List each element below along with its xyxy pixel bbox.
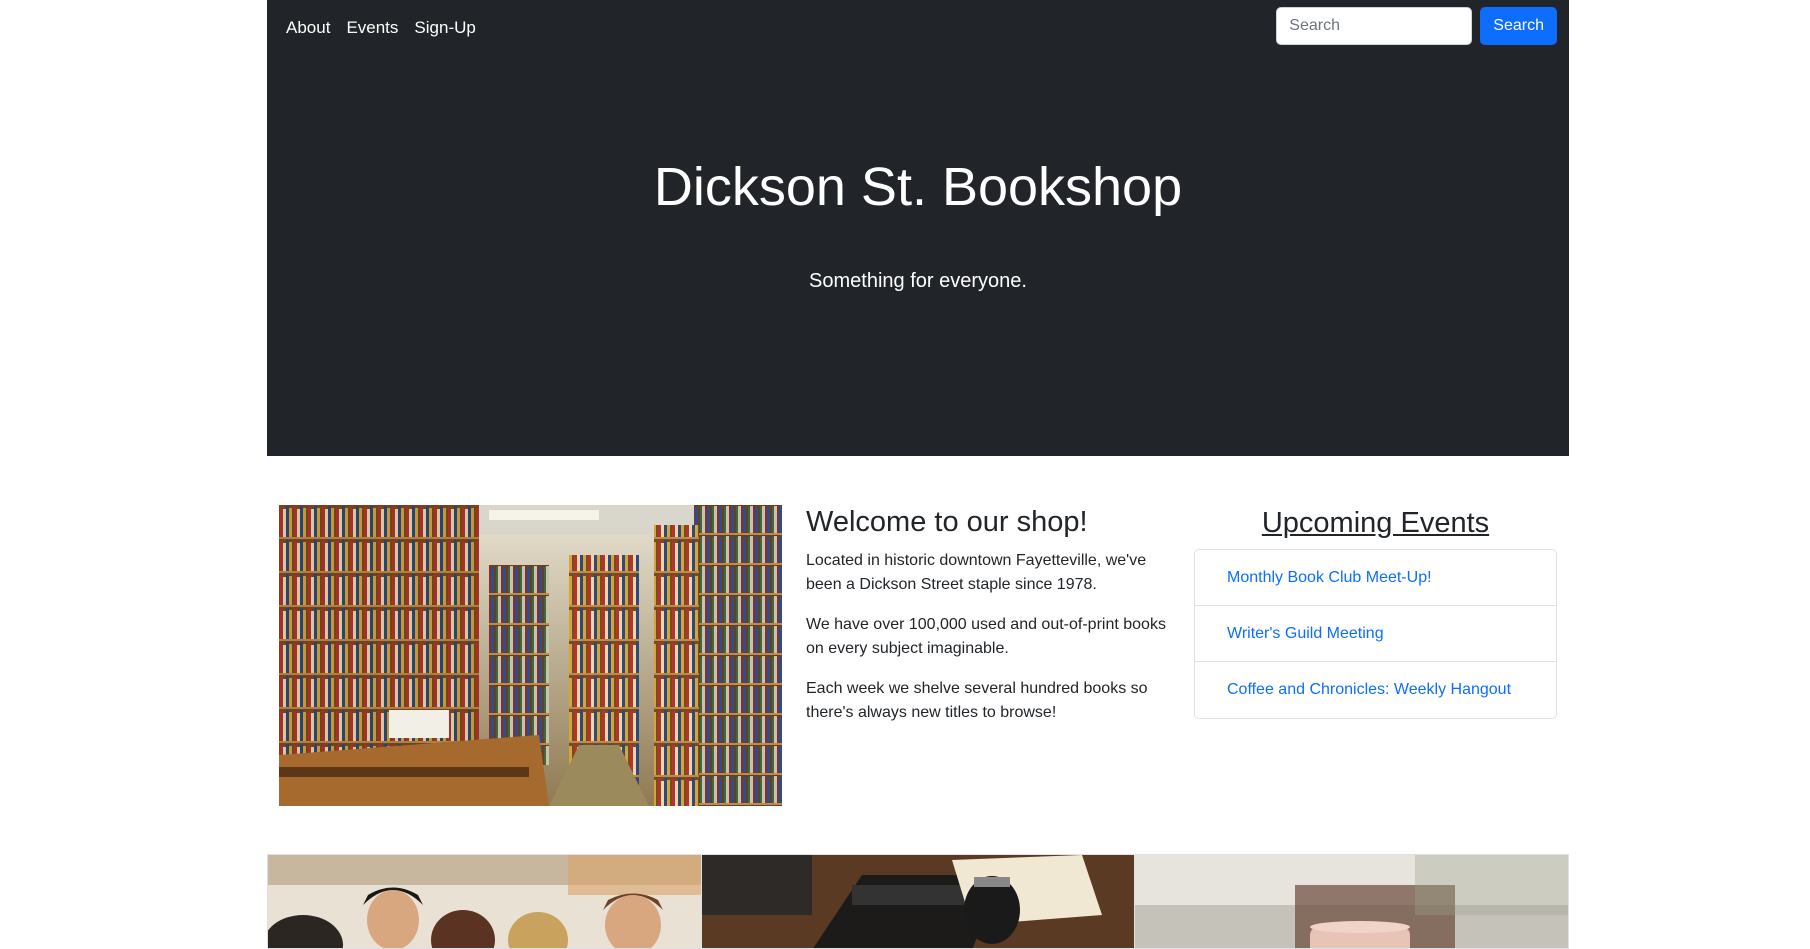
students-reading-image — [268, 855, 701, 948]
main-nav: About Events Sign-Up — [286, 16, 476, 40]
welcome-paragraph: Located in historic downtown Fayettevill… — [806, 552, 1147, 593]
upcoming-events-section: Upcoming Events Monthly Book Club Meet-U… — [1194, 503, 1557, 719]
nav-link-signup[interactable]: Sign-Up — [414, 16, 475, 40]
gallery-strip — [267, 854, 1569, 949]
event-link-book-club[interactable]: Monthly Book Club Meet-Up! — [1227, 569, 1432, 587]
list-item: Monthly Book Club Meet-Up! — [1195, 550, 1556, 606]
bookshop-interior-image — [279, 505, 782, 806]
coffee-cup-image — [1134, 855, 1568, 948]
hero-subtitle: Something for everyone. — [809, 270, 1027, 292]
welcome-paragraph: Each week we shelve several hundred book… — [806, 680, 1148, 721]
list-item: Writer's Guild Meeting — [1195, 606, 1556, 662]
nav-link-about[interactable]: About — [286, 16, 330, 40]
event-link-writers-guild[interactable]: Writer's Guild Meeting — [1227, 625, 1384, 643]
event-link-coffee-chronicles[interactable]: Coffee and Chronicles: Weekly Hangout — [1227, 681, 1511, 699]
events-list: Monthly Book Club Meet-Up! Writer's Guil… — [1194, 549, 1557, 719]
welcome-section: Welcome to our shop! Located in historic… — [806, 503, 1176, 741]
typewriter-coffee-image — [700, 855, 1135, 948]
list-item: Coffee and Chronicles: Weekly Hangout — [1195, 662, 1556, 718]
hero-section: About Events Sign-Up Search Dickson St. … — [267, 0, 1569, 456]
nav-link-events[interactable]: Events — [346, 16, 398, 40]
page-container: About Events Sign-Up Search Dickson St. … — [267, 0, 1569, 949]
welcome-heading: Welcome to our shop! — [806, 506, 1088, 538]
events-heading: Upcoming Events — [1261, 507, 1490, 539]
search-button[interactable]: Search — [1480, 7, 1557, 45]
search-form: Search — [1276, 7, 1557, 45]
search-input[interactable] — [1276, 7, 1473, 45]
welcome-paragraph: We have over 100,000 used and out-of-pri… — [806, 616, 1166, 657]
page-title: Dickson St. Bookshop — [653, 157, 1183, 217]
